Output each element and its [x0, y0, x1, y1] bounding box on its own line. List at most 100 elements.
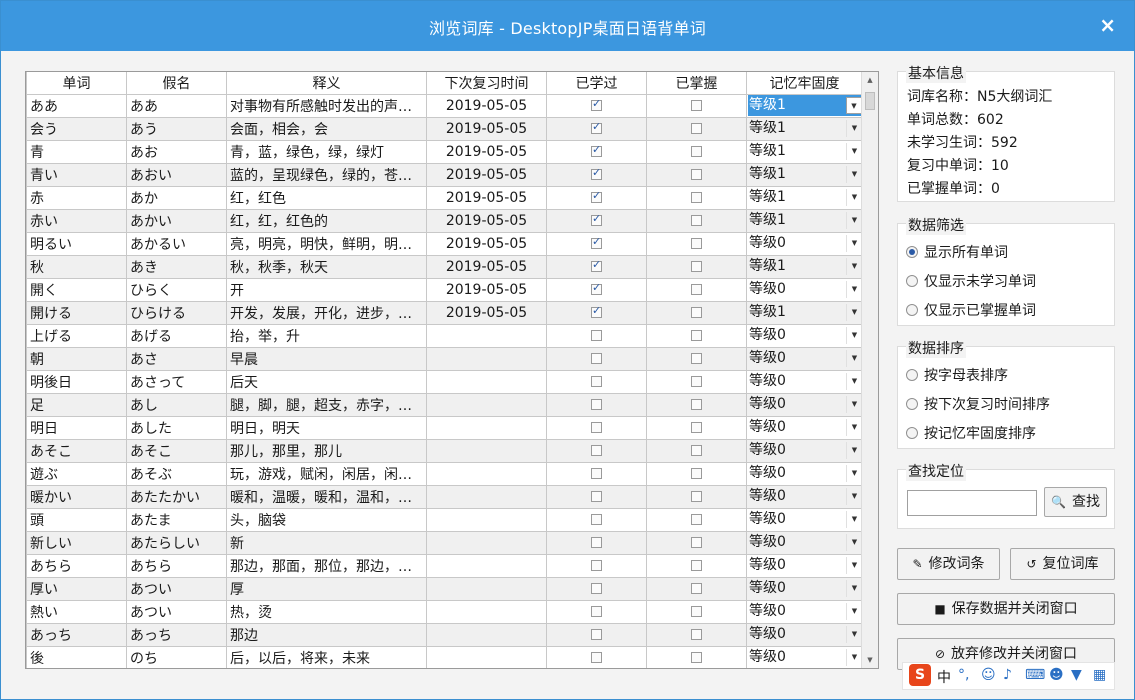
review-date-cell[interactable]: 2019-05-05 [426, 254, 547, 279]
table-row[interactable]: 赤いあかい红，红，红色的2019-05-05 等级1 ▼ [26, 208, 863, 233]
filter-unlearned-radio[interactable]: 仅显示未学习单词 [906, 271, 1036, 291]
table-row[interactable]: 開くひらく开2019-05-05 等级0 ▼ [26, 277, 863, 302]
mastered-checkbox[interactable] [691, 261, 702, 272]
table-row[interactable]: 後のち 后，以后，将来，未来 等级0 ▼ [26, 645, 863, 668]
review-date-cell[interactable]: 2019-05-05 [426, 162, 547, 187]
table-row[interactable]: あちら あちら 那边，那面，那位，那边，… 等级0 ▼ [26, 553, 863, 578]
kana-cell[interactable]: あか [126, 185, 227, 210]
review-date-cell[interactable] [426, 553, 547, 578]
meaning-cell[interactable]: 秋，秋季，秋天 [226, 254, 427, 279]
kana-cell[interactable]: あつい [126, 599, 227, 624]
word-cell[interactable]: 赤 [26, 185, 127, 210]
meaning-cell[interactable]: 蓝的，呈现绿色，绿的，苍… [226, 162, 427, 187]
learned-checkbox[interactable] [591, 583, 602, 594]
meaning-cell[interactable]: 暖和，温暖，暖和，温和，… [226, 484, 427, 509]
kana-cell[interactable]: あおい [126, 162, 227, 187]
kana-cell[interactable]: のち [126, 645, 227, 668]
review-date-cell[interactable] [426, 461, 547, 486]
learned-checkbox[interactable] [591, 537, 602, 548]
word-cell[interactable]: 青い [26, 162, 127, 187]
mastered-checkbox[interactable] [691, 652, 702, 663]
learned-checkbox[interactable] [591, 652, 602, 663]
close-icon[interactable]: × [1099, 14, 1116, 36]
mastered-checkbox[interactable] [691, 560, 702, 571]
table-row[interactable]: ああああ对事物有所感触时发出的声…2019-05-05等级1▼ [26, 93, 863, 118]
learned-checkbox[interactable] [591, 212, 602, 226]
meaning-cell[interactable]: 对事物有所感触时发出的声… [226, 93, 427, 118]
review-date-cell[interactable]: 2019-05-05 [426, 116, 547, 141]
memory-level-select[interactable]: 等级1 ▼ [748, 118, 862, 139]
chevron-down-icon[interactable]: ▼ [846, 212, 862, 229]
word-cell[interactable]: 開ける [26, 300, 127, 325]
mastered-checkbox[interactable] [691, 238, 702, 249]
review-date-cell[interactable] [426, 507, 547, 532]
mastered-checkbox[interactable] [691, 376, 702, 387]
word-cell[interactable]: 上げる [26, 323, 127, 348]
table-row[interactable]: 頭あたま 头，脑袋 等级0 ▼ [26, 507, 863, 532]
mastered-checkbox[interactable] [691, 514, 702, 525]
review-date-cell[interactable] [426, 576, 547, 601]
review-date-cell[interactable] [426, 438, 547, 463]
learned-checkbox[interactable] [591, 422, 602, 433]
table-row[interactable]: 足あし 腿，脚，腿，超支，赤字，… 等级0 ▼ [26, 392, 863, 417]
chevron-down-icon[interactable]: ▼ [846, 304, 862, 321]
table-row[interactable]: 上げる あげる 抬，举，升 等级0 ▼ [26, 323, 863, 348]
chevron-down-icon[interactable]: ▼ [846, 603, 862, 620]
review-date-cell[interactable] [426, 484, 547, 509]
kana-cell[interactable]: ひらける [126, 300, 227, 325]
memory-level-select[interactable]: 等级0 ▼ [748, 463, 862, 484]
scroll-down-icon[interactable]: ▼ [862, 654, 878, 666]
meaning-cell[interactable]: 开 [226, 277, 427, 302]
kana-cell[interactable]: あそぶ [126, 461, 227, 486]
chevron-down-icon[interactable]: ▼ [846, 97, 862, 114]
word-cell[interactable]: 赤い [26, 208, 127, 233]
chevron-down-icon[interactable]: ▼ [846, 419, 862, 436]
learned-checkbox[interactable] [591, 166, 602, 180]
chevron-down-icon[interactable]: ▼ [846, 281, 862, 298]
column-header[interactable]: 单词 [26, 72, 127, 95]
search-input[interactable] [907, 490, 1037, 516]
memory-level-select[interactable]: 等级1 ▼ [748, 95, 862, 116]
mastered-checkbox[interactable] [691, 353, 702, 364]
mastered-checkbox[interactable] [691, 606, 702, 617]
review-date-cell[interactable] [426, 346, 547, 371]
table-row[interactable]: 明日 あした 明日，明天 等级0 ▼ [26, 415, 863, 440]
meaning-cell[interactable]: 明日，明天 [226, 415, 427, 440]
review-date-cell[interactable]: 2019-05-05 [426, 185, 547, 210]
memory-level-select[interactable]: 等级1 ▼ [748, 141, 862, 162]
word-cell[interactable]: 後 [26, 645, 127, 668]
kana-cell[interactable]: あさ [126, 346, 227, 371]
radio-selected-icon[interactable] [906, 246, 918, 258]
vertical-scrollbar[interactable]: ▲ ▼ [861, 72, 878, 668]
mastered-checkbox[interactable] [691, 146, 702, 157]
ime-user-icon[interactable]: ☻ [1049, 667, 1064, 683]
memory-level-select[interactable]: 等级0 ▼ [748, 348, 862, 369]
table-row[interactable]: あそこ あそこ 那儿，那里，那儿 等级0 ▼ [26, 438, 863, 463]
table-row[interactable]: 青いあおい蓝的，呈现绿色，绿的，苍…2019-05-05 等级1 ▼ [26, 162, 863, 187]
mastered-checkbox[interactable] [691, 537, 702, 548]
learned-checkbox[interactable] [591, 97, 602, 111]
learned-checkbox[interactable] [591, 491, 602, 502]
meaning-cell[interactable]: 厚 [226, 576, 427, 601]
meaning-cell[interactable]: 红，红，红色的 [226, 208, 427, 233]
learned-checkbox[interactable] [591, 304, 602, 318]
chevron-down-icon[interactable]: ▼ [846, 235, 862, 252]
kana-cell[interactable]: ひらく [126, 277, 227, 302]
table-row[interactable]: 暖かい あたたかい 暖和，温暖，暖和，温和，… 等级0 ▼ [26, 484, 863, 509]
memory-level-select[interactable]: 等级0 ▼ [748, 486, 862, 507]
chevron-down-icon[interactable]: ▼ [846, 649, 862, 666]
sort-alpha-radio[interactable]: 按字母表排序 [906, 365, 1008, 385]
meaning-cell[interactable]: 那边 [226, 622, 427, 647]
table-row[interactable]: 遊ぶ あそぶ 玩，游戏，赋闲，闲居，闲… 等级0 ▼ [26, 461, 863, 486]
mastered-checkbox[interactable] [691, 123, 702, 134]
memory-level-select[interactable]: 等级0 ▼ [748, 601, 862, 622]
review-date-cell[interactable]: 2019-05-05 [426, 231, 547, 256]
meaning-cell[interactable]: 腿，脚，腿，超支，赤字，… [226, 392, 427, 417]
chevron-down-icon[interactable]: ▼ [846, 511, 862, 528]
mastered-checkbox[interactable] [691, 192, 702, 203]
table-row[interactable]: 厚い あつい厚 等级0 ▼ [26, 576, 863, 601]
memory-level-select[interactable]: 等级0 ▼ [748, 624, 862, 645]
learned-checkbox[interactable] [591, 143, 602, 157]
memory-level-select[interactable]: 等级0 ▼ [748, 647, 862, 668]
chevron-down-icon[interactable]: ▼ [846, 258, 862, 275]
